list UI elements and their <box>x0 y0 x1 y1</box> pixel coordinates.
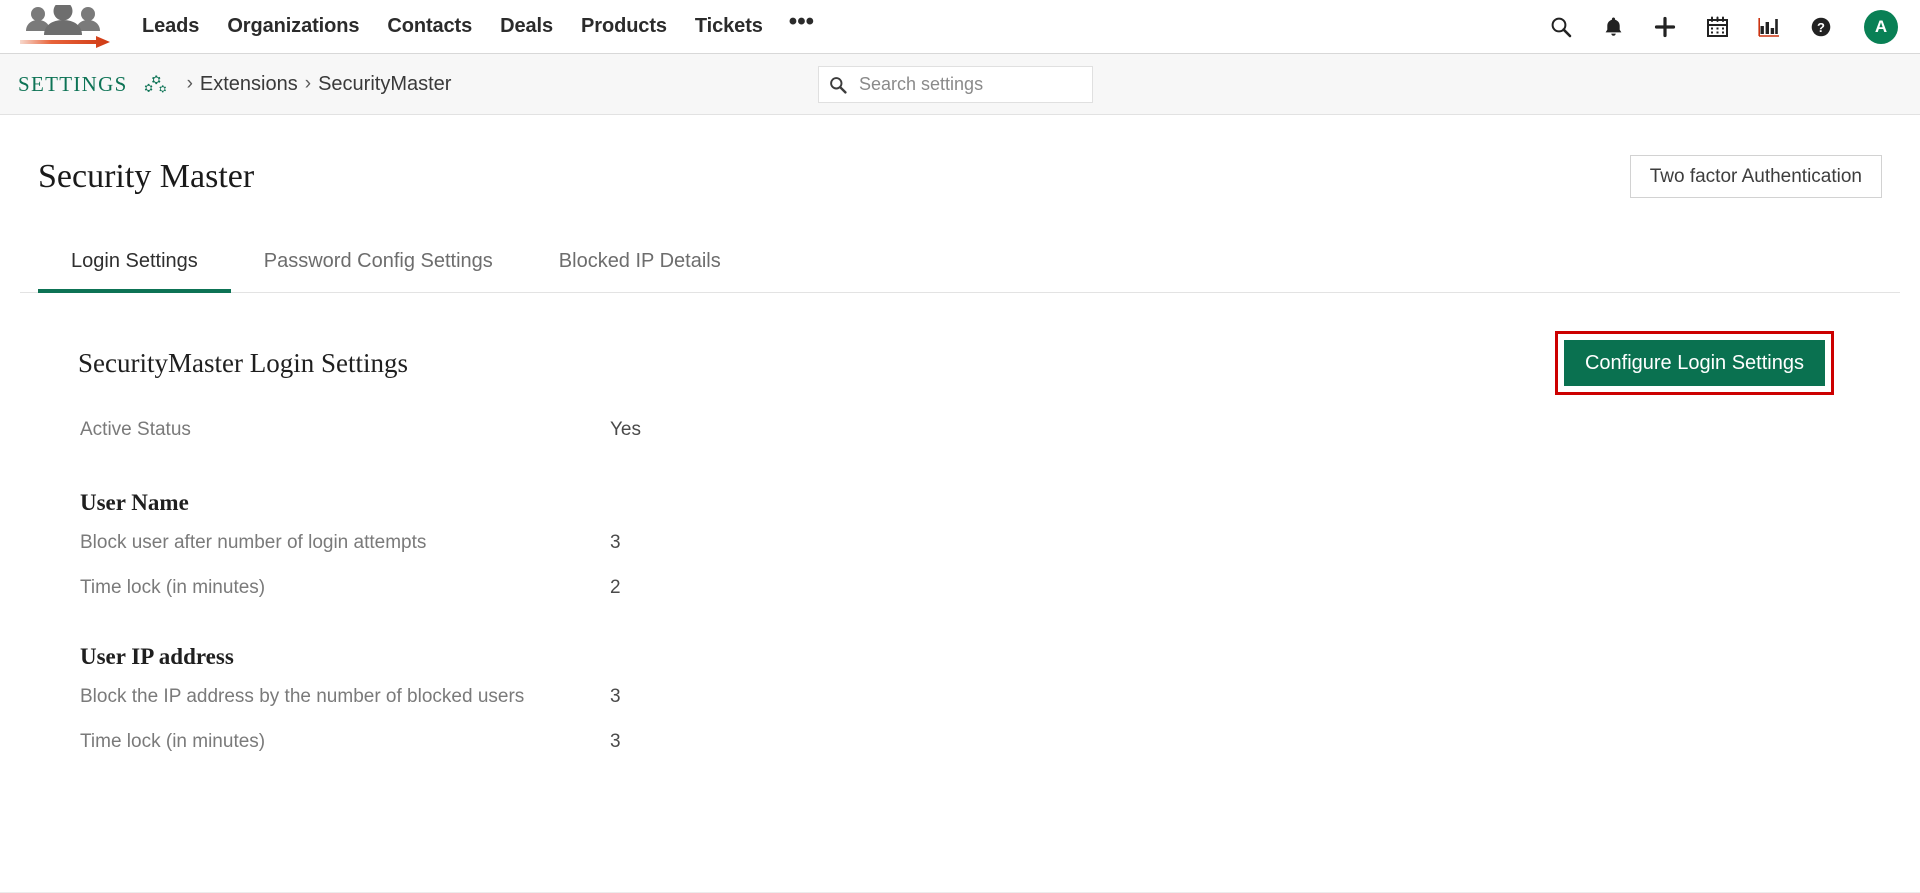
row-block-ip-by-blocked-users: Block the IP address by the number of bl… <box>80 686 1882 731</box>
svg-text:?: ? <box>1817 20 1825 35</box>
crm-people-arrow-logo[interactable] <box>10 5 118 49</box>
settings-breadcrumb-bar: SETTINGS › Extensions › SecurityMaster <box>0 54 1920 115</box>
settings-rows: Active Status Yes User Name Block user a… <box>38 419 1882 776</box>
page-title: Security Master <box>38 158 254 196</box>
calendar-icon[interactable] <box>1704 14 1730 40</box>
breadcrumb-separator-1: › <box>187 73 193 95</box>
row-active-status: Active Status Yes <box>80 419 1882 464</box>
group-title-user-ip-address: User IP address <box>80 644 1882 670</box>
row-value: 3 <box>610 532 621 554</box>
tab-bar: Login Settings Password Config Settings … <box>20 240 1900 293</box>
page-header: Security Master Two factor Authenticatio… <box>20 115 1900 198</box>
search-input[interactable] <box>857 73 1082 96</box>
avatar[interactable]: A <box>1864 10 1898 44</box>
row-user-time-lock: Time lock (in minutes) 2 <box>80 577 1882 622</box>
row-ip-time-lock: Time lock (in minutes) 3 <box>80 731 1882 776</box>
tab-content-login-settings: SecurityMaster Login Settings Configure … <box>20 331 1900 776</box>
tab-password-config-settings[interactable]: Password Config Settings <box>231 240 526 293</box>
nav-item-deals[interactable]: Deals <box>486 15 567 38</box>
section-header: SecurityMaster Login Settings Configure … <box>38 331 1882 395</box>
configure-login-settings-button[interactable]: Configure Login Settings <box>1564 340 1825 386</box>
settings-search-box[interactable] <box>818 66 1093 103</box>
section-title: SecurityMaster Login Settings <box>78 348 408 379</box>
row-label: Block user after number of login attempt… <box>80 532 610 554</box>
gears-icon[interactable] <box>144 74 168 94</box>
page-body: Security Master Two factor Authenticatio… <box>0 115 1920 776</box>
nav-more-icon[interactable]: ••• <box>777 17 826 27</box>
row-value: 3 <box>610 731 621 753</box>
nav-item-products[interactable]: Products <box>567 15 681 38</box>
search-icon <box>829 76 847 94</box>
tab-login-settings[interactable]: Login Settings <box>38 240 231 293</box>
nav-item-tickets[interactable]: Tickets <box>681 15 777 38</box>
row-value: Yes <box>610 419 641 441</box>
two-factor-authentication-button[interactable]: Two factor Authentication <box>1630 155 1882 198</box>
row-label: Active Status <box>80 419 610 441</box>
search-icon[interactable] <box>1548 14 1574 40</box>
breadcrumb-settings-link[interactable]: SETTINGS <box>18 72 128 97</box>
help-icon[interactable]: ? <box>1808 14 1834 40</box>
tab-blocked-ip-details[interactable]: Blocked IP Details <box>526 240 754 293</box>
configure-button-highlight: Configure Login Settings <box>1555 331 1834 395</box>
nav-item-leads[interactable]: Leads <box>136 15 213 38</box>
main-nav-links: Leads Organizations Contacts Deals Produ… <box>136 15 826 38</box>
row-block-user-after-attempts: Block user after number of login attempt… <box>80 532 1882 577</box>
bar-chart-icon[interactable] <box>1756 14 1782 40</box>
breadcrumb-current-securitymaster: SecurityMaster <box>318 73 451 96</box>
top-navigation-bar: Leads Organizations Contacts Deals Produ… <box>0 0 1920 54</box>
row-value: 2 <box>610 577 621 599</box>
row-value: 3 <box>610 686 621 708</box>
nav-item-contacts[interactable]: Contacts <box>373 15 486 38</box>
row-label: Block the IP address by the number of bl… <box>80 686 610 708</box>
row-label: Time lock (in minutes) <box>80 731 610 753</box>
nav-item-organizations[interactable]: Organizations <box>213 15 373 38</box>
group-title-user-name: User Name <box>80 490 1882 516</box>
breadcrumb-separator-2: › <box>305 73 311 95</box>
plus-icon[interactable] <box>1652 14 1678 40</box>
nav-right-icons: ? A <box>1548 10 1898 44</box>
row-label: Time lock (in minutes) <box>80 577 610 599</box>
breadcrumb-extensions-link[interactable]: Extensions <box>200 73 298 96</box>
bell-icon[interactable] <box>1600 14 1626 40</box>
